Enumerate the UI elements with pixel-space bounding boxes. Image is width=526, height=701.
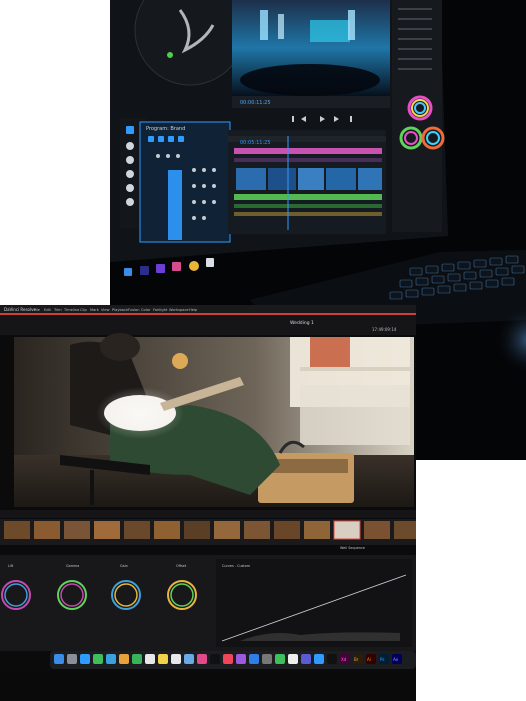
facetime-icon[interactable] [132, 654, 142, 664]
wheel-label-lift: Lift [8, 564, 14, 568]
photos-icon[interactable] [119, 654, 129, 664]
taskbar-icon[interactable] [156, 264, 165, 273]
radiator [300, 385, 410, 445]
menu-workspace[interactable]: Workspace [169, 308, 189, 312]
wheel-label-offset: Offset [176, 564, 187, 568]
menu-fairlight[interactable]: Fairlight [153, 308, 168, 312]
app-menu-bar [0, 305, 416, 313]
razor-tool-icon[interactable] [126, 142, 134, 150]
wheel-label-gamma: Gamma [66, 564, 79, 568]
pen-tool-icon[interactable] [126, 170, 134, 178]
resolve-icon[interactable] [327, 654, 337, 664]
project-name: Wedding 1 [290, 320, 314, 326]
laptop-bezel [0, 671, 416, 701]
app-store-icon[interactable] [249, 654, 259, 664]
stage-light [348, 10, 355, 40]
slip-tool-icon[interactable] [126, 156, 134, 164]
maps-icon[interactable] [184, 654, 194, 664]
menu-file[interactable]: File [34, 308, 41, 312]
menu-view[interactable]: View [101, 308, 110, 312]
taskbar-icon[interactable] [124, 268, 132, 276]
app-title: DaVinci Resolve [4, 307, 36, 312]
mail-icon[interactable] [106, 654, 116, 664]
dock-icons[interactable]: Xd Br Ai Ps Ae [54, 654, 402, 664]
menu-items[interactable]: File Edit Trim Timeline Clip Mark View P… [34, 308, 198, 312]
music-icon[interactable] [223, 654, 233, 664]
podcasts-icon[interactable] [236, 654, 246, 664]
chrome-icon[interactable] [189, 261, 199, 271]
photo-booth-icon[interactable] [197, 654, 207, 664]
preview-timecode: 00:00:11:25 [240, 100, 271, 106]
messages-icon[interactable] [93, 654, 103, 664]
viewer-timecode: 17:49:09:14 [372, 327, 397, 332]
mark-out-icon[interactable] [350, 116, 352, 122]
taskbar-icon[interactable] [172, 262, 181, 271]
viewer-toolbar [0, 315, 416, 335]
timeline-marker-track [234, 148, 382, 154]
app-icon[interactable] [301, 654, 311, 664]
lens-flare [172, 353, 188, 369]
audio-track[interactable] [234, 194, 382, 200]
flower-pot [310, 337, 350, 367]
stage-light [260, 10, 268, 40]
menu-playback[interactable]: Playback [112, 308, 129, 312]
photoshop-icon-label: Ps [380, 657, 384, 662]
stage-screen [310, 20, 350, 42]
title-accent-line [0, 313, 416, 315]
launchpad-icon[interactable] [67, 654, 77, 664]
clip-thumbnail-strip[interactable] [0, 519, 416, 545]
bridge-icon-label: Br [354, 657, 359, 662]
settings-icon[interactable] [262, 654, 272, 664]
shortcut-slider[interactable] [168, 170, 182, 240]
viewer-image [14, 333, 414, 507]
menu-help[interactable]: Help [189, 308, 198, 312]
menu-timeline[interactable]: Timeline [63, 308, 80, 312]
menu-color[interactable]: Color [141, 308, 151, 312]
scope-marker-green [167, 52, 173, 58]
menu-trim[interactable]: Trim [53, 308, 62, 312]
notion-icon[interactable] [288, 654, 298, 664]
safari-icon[interactable] [80, 654, 90, 664]
person-head [100, 333, 140, 361]
selection-tool-icon[interactable] [126, 126, 134, 134]
notes-icon[interactable] [158, 654, 168, 664]
video-track-clips[interactable] [236, 168, 382, 190]
app-icon[interactable] [314, 654, 324, 664]
bottom-photo-laptop-resolve: DaVinci Resolve File Edit Trim Timeline … [0, 305, 416, 701]
timeline-timecode: 00:05:11:25 [240, 140, 271, 146]
menu-mark[interactable]: Mark [90, 308, 100, 312]
after-effects-icon-label: Ae [393, 657, 399, 662]
tv-icon[interactable] [210, 654, 220, 664]
menu-clip[interactable]: Clip [80, 308, 88, 312]
mark-in-icon[interactable] [292, 116, 294, 122]
panel-tab-label: Program: Brand [146, 126, 185, 132]
calendar-icon[interactable] [145, 654, 155, 664]
bottom-photo-scene: DaVinci Resolve File Edit Trim Timeline … [0, 305, 416, 701]
hand-tool-icon[interactable] [126, 184, 134, 192]
stage-light [278, 14, 284, 39]
curves-label: Curves - Custom [222, 564, 251, 568]
wheel-label-gain: Gain [120, 564, 128, 568]
crowd-silhouette [240, 64, 380, 96]
finder-icon[interactable] [54, 654, 64, 664]
whatsapp-icon[interactable] [275, 654, 285, 664]
xd-icon-label: Xd [341, 657, 347, 662]
taskbar-icon[interactable] [206, 258, 214, 267]
type-tool-icon[interactable] [126, 198, 134, 206]
illustrator-icon-label: Ai [367, 657, 371, 662]
selected-clip-label: Well Sequence [340, 546, 365, 550]
menu-fusion[interactable]: Fusion [128, 308, 140, 312]
clip-toolbar [0, 510, 416, 518]
taskbar-icon[interactable] [140, 266, 149, 275]
reminders-icon[interactable] [171, 654, 181, 664]
menu-edit[interactable]: Edit [44, 308, 52, 312]
